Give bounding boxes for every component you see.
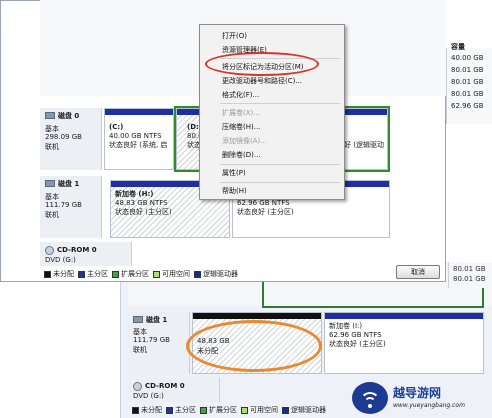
menu-item-add-mirror[interactable]: 添加镜像(A)... [222,136,267,146]
partition-c-title: (C:) [109,123,124,131]
back-partition-i-title: 新加卷 (I:) [329,322,363,330]
back-cdrom-label[interactable]: CD-ROM 0 DVD (G:) [128,378,220,402]
menu-item-delete-volume[interactable]: 删除卷(D)... [222,150,261,160]
disk0-name: 磁盘 0 [58,112,80,120]
partition-c[interactable]: (C:) 40.00 GB NTFS 状态良好 (系统, 启 [104,108,174,170]
back-capacity-column: 80.01 GB 80.01 GB [448,262,492,288]
wifi-dot-icon [368,404,372,408]
legend-label: 主分区 [175,406,196,414]
menu-separator [220,103,340,104]
legend-swatch-extended [200,406,207,414]
legend-swatch-unallocated [44,270,51,278]
partition-h-status: 状态良好 (主分区) [115,208,172,216]
hard-disk-icon [45,112,55,119]
watermark-logo-icon [352,382,388,414]
capacity-value: 40.00 GB [451,54,484,62]
primary-partition-bar [105,109,173,115]
menu-item-shrink-volume[interactable]: 压缩卷(H)... [222,122,260,132]
hard-disk-icon [45,180,55,187]
legend-label: 逻辑驱动器 [203,270,238,278]
orange-highlight-ellipse [186,320,322,372]
capacity-value: 62.96 GB [451,102,484,110]
cd-rom-icon [133,382,142,391]
capacity-value: 80.01 GB [451,78,484,86]
red-highlight-ellipse [205,52,319,76]
unallocated-bar [193,313,321,319]
legend-label: 可用空间 [250,406,278,414]
partition-h-title: 新加卷 (H:) [115,190,154,198]
capacity-header: 容量 [451,43,465,51]
legend-swatch-logical [194,270,201,278]
cdrom-name: CD-ROM 0 [57,246,97,254]
back-legend: 未分配 主分区 扩展分区 可用空间 逻辑驱动器 [128,405,326,415]
legend-label: 扩展分区 [209,406,237,414]
capacity-column: 容量 40.00 GB 80.01 GB 80.01 GB 80.01 GB 6… [446,43,492,124]
partition-disk1-second-size: 62.96 GB NTFS [237,199,290,207]
primary-partition-bar [325,313,483,319]
menu-separator [220,182,340,183]
watermark-url: www.yueyangbang.com [393,402,465,409]
legend-label: 可用空间 [162,270,190,278]
legend-label: 未分配 [53,270,74,278]
disk1-status: 联机 [45,211,59,219]
hard-disk-icon [133,316,143,323]
back-capacity-value: 80.01 GB [453,275,486,283]
legend-label: 主分区 [87,270,108,278]
partition-c-status: 状态良好 (系统, 启 [109,141,168,149]
back-disk1-status: 联机 [133,346,147,354]
capacity-value: 80.01 GB [451,90,484,98]
legend: 未分配 主分区 扩展分区 可用空间 逻辑驱动器 [40,269,238,279]
context-menu: 打开(O) 资源管理器(E) 将分区标记为活动分区(M) 更改驱动器号和路径(C… [199,24,345,200]
back-partition-i[interactable]: 新加卷 (I:) 62.96 GB NTFS 状态良好 (主分区) [324,312,484,374]
menu-item-extend-volume[interactable]: 扩展卷(X)... [222,108,260,118]
partition-c-size: 40.00 GB NTFS [109,132,162,140]
legend-label: 逻辑驱动器 [291,406,326,414]
watermark-title: 越导游网 [393,386,442,400]
menu-item-help[interactable]: 帮助(H) [222,186,247,196]
back-partition-i-status: 状态良好 (主分区) [329,340,386,348]
back-capacity-value: 80.01 GB [453,265,486,273]
back-cdrom-type: DVD (G:) [133,392,164,400]
menu-item-properties[interactable]: 属性(P) [222,168,246,178]
legend-swatch-unallocated [132,406,139,414]
partition-disk1-second-status: 状态良好 (主分区) [237,208,294,216]
legend-swatch-free [241,406,248,414]
menu-item-change-drive-letter[interactable]: 更改驱动器号和路径(C)... [222,76,302,86]
cd-rom-icon [45,246,54,255]
menu-separator [220,164,340,165]
legend-swatch-extended [112,270,119,278]
partition-d-selection-frame [174,106,202,172]
disk0-status: 联机 [45,143,59,151]
cdrom-label[interactable]: CD-ROM 0 DVD (G:) [40,242,132,266]
partition-h-size: 48.83 GB NTFS [115,199,168,207]
cdrom-type: DVD (G:) [45,256,76,264]
legend-swatch-primary [166,406,173,414]
back-cdrom-name: CD-ROM 0 [145,382,185,390]
legend-label: 未分配 [141,406,162,414]
cancel-button[interactable]: 取消 [396,265,440,279]
legend-swatch-logical [282,406,289,414]
legend-swatch-primary [78,270,85,278]
capacity-value: 80.01 GB [451,66,484,74]
menu-item-open[interactable]: 打开(O) [222,31,247,41]
disk0-label[interactable]: 磁盘 0 基本 298.09 GB 联机 [40,108,102,170]
back-partition-i-size: 62.96 GB NTFS [329,331,382,339]
disk1-name: 磁盘 1 [58,180,80,188]
legend-label: 扩展分区 [121,270,149,278]
disk1-label[interactable]: 磁盘 1 基本 111.79 GB 联机 [40,176,102,238]
back-disk1-name: 磁盘 1 [146,316,168,324]
disk0-size: 298.09 GB [45,133,82,141]
back-disk1-size: 111.79 GB [133,336,170,344]
disk1-size: 111.79 GB [45,201,82,209]
menu-item-format[interactable]: 格式化(F)... [222,90,259,100]
legend-swatch-free [153,270,160,278]
back-disk1-label[interactable]: 磁盘 1 基本 111.79 GB 联机 [128,312,190,374]
